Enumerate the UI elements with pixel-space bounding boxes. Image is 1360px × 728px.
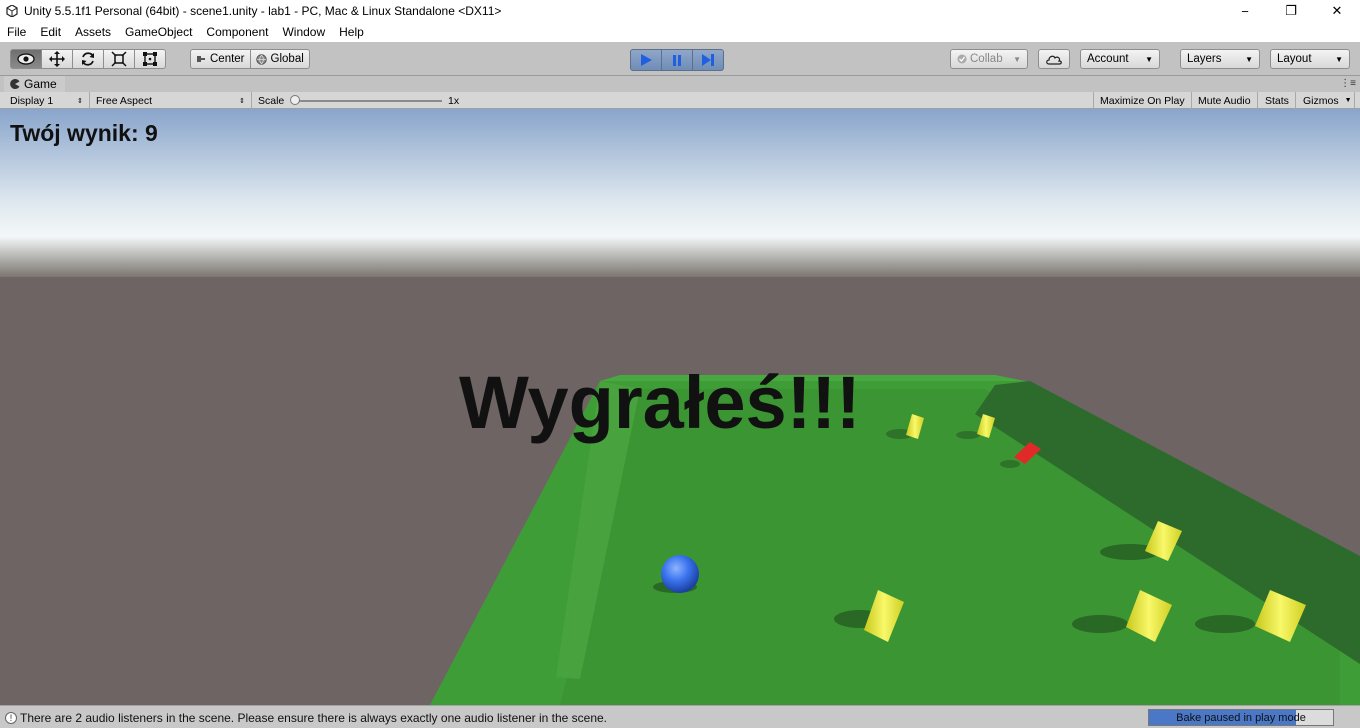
game-view[interactable]: Twój wynik: 9 Wygrałeś!!!: [0, 109, 1360, 705]
check-icon: [957, 54, 967, 64]
menu-edit[interactable]: Edit: [33, 25, 68, 39]
scale-value: 1x: [448, 94, 460, 107]
status-bar: ! There are 2 audio listeners in the sce…: [0, 705, 1360, 728]
step-icon: [702, 54, 714, 66]
aspect-label: Free Aspect: [96, 94, 153, 107]
rotate-icon: [82, 52, 94, 66]
gizmos-dropdown[interactable]: Gizmos ▼: [1297, 92, 1355, 109]
cloud-icon: [1046, 55, 1062, 65]
menu-bar: File Edit Assets GameObject Component Wi…: [0, 22, 1360, 42]
panel-menu-icon[interactable]: ⋮≡: [1340, 78, 1356, 89]
pivot-icon: [197, 56, 205, 62]
menu-window[interactable]: Window: [275, 25, 332, 39]
win-message: Wygrałeś!!!: [459, 361, 861, 444]
tab-game-label: Game: [24, 77, 57, 91]
chevron-up-down-icon: ⇕: [239, 97, 245, 105]
bake-status-text: Bake paused in play mode: [1176, 711, 1306, 724]
play-controls: [630, 49, 724, 71]
layout-dropdown[interactable]: Layout ▼: [1270, 49, 1350, 69]
mute-audio-toggle[interactable]: Mute Audio: [1192, 92, 1258, 109]
chevron-down-icon: ▼: [1245, 54, 1253, 64]
chevron-down-icon: ▼: [1344, 97, 1352, 104]
rect-tool-button[interactable]: [134, 49, 166, 69]
score-text: Twój wynik: 9: [10, 120, 158, 146]
menu-file[interactable]: File: [0, 25, 33, 39]
layout-label: Layout: [1277, 53, 1312, 65]
menu-component[interactable]: Component: [199, 25, 275, 39]
gizmos-label: Gizmos: [1303, 94, 1339, 107]
globe-icon: [255, 53, 267, 65]
stats-toggle[interactable]: Stats: [1259, 92, 1296, 109]
scale-icon: [111, 51, 127, 67]
view-tool-button[interactable]: [10, 49, 42, 69]
info-icon: !: [5, 712, 17, 724]
play-button[interactable]: [630, 49, 662, 71]
transform-tools: [10, 49, 166, 69]
pause-icon: [673, 55, 681, 66]
scale-slider-handle[interactable]: [290, 95, 300, 105]
pivot-center-button[interactable]: Center: [190, 49, 251, 69]
chevron-down-icon: ▼: [1145, 54, 1153, 64]
window-title: Unity 5.5.1f1 Personal (64bit) - scene1.…: [24, 4, 502, 18]
maximize-button[interactable]: ❐: [1268, 0, 1314, 22]
title-bar: Unity 5.5.1f1 Personal (64bit) - scene1.…: [0, 0, 1360, 22]
pivot-controls: Center Global: [190, 49, 310, 69]
move-icon: [49, 51, 65, 67]
chevron-up-down-icon: ⇕: [77, 97, 83, 105]
display-dropdown[interactable]: Display 1 ⇕: [4, 92, 90, 109]
scale-label: Scale: [258, 94, 285, 107]
close-button[interactable]: ✕: [1314, 0, 1360, 22]
eye-icon: [17, 53, 35, 65]
scale-tool-button[interactable]: [103, 49, 135, 69]
account-dropdown[interactable]: Account ▼: [1080, 49, 1160, 69]
collab-dropdown[interactable]: Collab ▼: [950, 49, 1028, 69]
step-button[interactable]: [692, 49, 724, 71]
rect-transform-icon: [143, 52, 157, 66]
space-label: Global: [270, 53, 304, 65]
display-label: Display 1: [10, 94, 54, 107]
unity-logo-icon: [6, 5, 18, 17]
layers-label: Layers: [1187, 53, 1222, 65]
minimize-button[interactable]: −: [1222, 0, 1268, 22]
rotate-tool-button[interactable]: [72, 49, 104, 69]
play-icon: [641, 54, 652, 66]
cloud-button[interactable]: [1038, 49, 1070, 69]
tab-game[interactable]: Game: [4, 76, 65, 92]
main-toolbar: Center Global Collab ▼ Account ▼ Layers …: [0, 42, 1360, 76]
layers-dropdown[interactable]: Layers ▼: [1180, 49, 1260, 69]
player-ball: [661, 555, 699, 593]
chevron-down-icon: ▼: [1335, 54, 1343, 64]
scale-slider-track[interactable]: [296, 100, 442, 102]
chevron-down-icon: ▼: [1013, 54, 1021, 64]
move-tool-button[interactable]: [41, 49, 73, 69]
menu-assets[interactable]: Assets: [68, 25, 118, 39]
console-message[interactable]: There are 2 audio listeners in the scene…: [20, 711, 607, 725]
maximize-on-play-toggle[interactable]: Maximize On Play: [1093, 92, 1192, 109]
game-panel-header: Game ⋮≡: [0, 76, 1360, 92]
pivot-global-button[interactable]: Global: [249, 49, 310, 69]
account-label: Account: [1087, 53, 1129, 65]
collab-label: Collab: [970, 53, 1003, 65]
menu-gameobject[interactable]: GameObject: [118, 25, 199, 39]
game-view-toolbar: Display 1 ⇕ Free Aspect ⇕ Scale 1x Maxim…: [0, 92, 1360, 109]
menu-help[interactable]: Help: [332, 25, 371, 39]
pivot-label: Center: [210, 53, 245, 65]
game-pacman-icon: [10, 79, 20, 89]
bake-progress: Bake paused in play mode: [1148, 709, 1334, 726]
aspect-dropdown[interactable]: Free Aspect ⇕: [90, 92, 252, 109]
pause-button[interactable]: [661, 49, 693, 71]
